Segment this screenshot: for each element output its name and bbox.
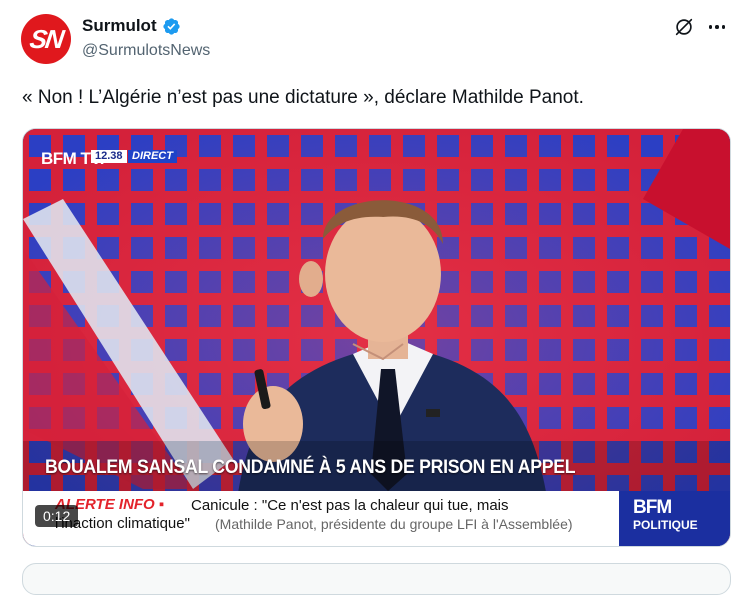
news-ticker: ALERTE INFO ▪ Canicule : "Ce n'est pas l…: [23, 491, 619, 546]
ticker-line-1: Canicule : "Ce n'est pas la chaleur qui …: [191, 497, 509, 514]
bfm-politique-top: BFM: [633, 497, 672, 518]
live-time: 12.38: [91, 150, 127, 163]
avatar-text: SN: [27, 23, 65, 54]
author-display-name[interactable]: Surmulot: [82, 16, 157, 36]
video-player[interactable]: BFM TV. 12.38 DIRECT BOUALEM SANSAL COND…: [22, 128, 731, 547]
more-options-icon[interactable]: [706, 16, 728, 38]
bfm-politique-logo: BFM POLITIQUE: [619, 491, 730, 546]
author-avatar[interactable]: SN: [21, 14, 71, 64]
video-timer: 0:12: [35, 505, 79, 527]
news-headline: BOUALEM SANSAL CONDAMNÉ À 5 ANS DE PRISO…: [45, 457, 576, 478]
quoted-card-preview[interactable]: [22, 563, 731, 595]
verified-badge-icon: [162, 17, 180, 35]
author-name-row: Surmulot: [82, 16, 181, 36]
live-badge: DIRECT: [128, 150, 177, 163]
ticker-line-2-attribution: (Mathilde Panot, présidente du groupe LF…: [215, 516, 573, 532]
video-frame: [23, 129, 730, 546]
bfm-politique-bottom: POLITIQUE: [633, 518, 698, 532]
grok-icon[interactable]: [673, 16, 695, 38]
tweet-text: « Non ! L’Algérie n’est pas une dictatur…: [22, 87, 584, 108]
author-handle[interactable]: @SurmulotsNews: [82, 42, 210, 60]
